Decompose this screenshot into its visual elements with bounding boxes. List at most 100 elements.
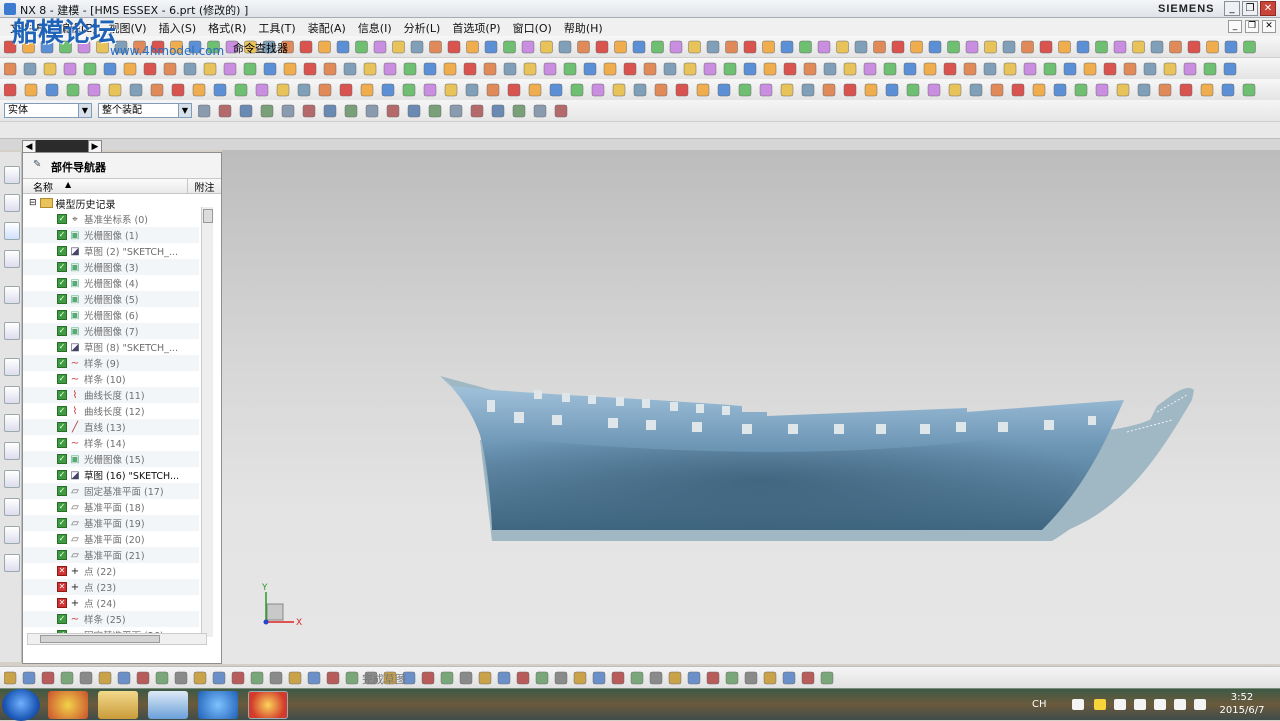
toolbar-tool-icon[interactable]	[1103, 62, 1117, 76]
toolbar-tool-icon[interactable]	[623, 62, 637, 76]
toolbar-tool-icon[interactable]	[323, 104, 337, 118]
menu-item[interactable]: 插入(S)	[153, 18, 203, 36]
empty-slot-icon[interactable]	[4, 554, 20, 572]
toolbar-tool-icon[interactable]	[79, 671, 93, 685]
toolbar-tool-icon[interactable]	[823, 62, 837, 76]
tree-row[interactable]: ✓ ▣ 光栅图像 (7)	[23, 323, 199, 339]
toolbar-tool-icon[interactable]	[1023, 62, 1037, 76]
part-navigator-icon[interactable]	[4, 222, 20, 240]
toolbar-tool-icon[interactable]	[386, 104, 400, 118]
toolbar-tool-icon[interactable]	[1150, 40, 1164, 54]
toolbar-tool-icon[interactable]	[449, 104, 463, 118]
toolbar-tool-icon[interactable]	[1074, 83, 1088, 97]
toolbar-tool-icon[interactable]	[344, 104, 358, 118]
toolbar-tool-icon[interactable]	[554, 671, 568, 685]
visible-checkbox-icon[interactable]: ✓	[57, 502, 67, 512]
toolbar-tool-icon[interactable]	[192, 83, 206, 97]
assembly-navigator-icon[interactable]	[4, 166, 20, 184]
toolbar-tool-icon[interactable]	[577, 40, 590, 54]
toolbar-tool-icon[interactable]	[554, 104, 568, 118]
toolbar-tool-icon[interactable]	[98, 671, 112, 685]
toolbar-tool-icon[interactable]	[465, 83, 479, 97]
tree-row[interactable]: ✓ ▱ 基准平面 (20)	[23, 531, 199, 547]
toolbar-tool-icon[interactable]	[403, 62, 417, 76]
toolbar-tool-icon[interactable]	[836, 40, 849, 54]
toolbar-tool-icon[interactable]	[1053, 83, 1067, 97]
toolbar-tool-icon[interactable]	[1039, 40, 1053, 54]
visible-checkbox-icon[interactable]: ✓	[57, 518, 67, 528]
tray-icon[interactable]	[1072, 699, 1084, 710]
toolbar-tool-icon[interactable]	[440, 671, 454, 685]
toolbar-tool-icon[interactable]	[1021, 40, 1034, 54]
toolbar-tool-icon[interactable]	[630, 671, 644, 685]
toolbar-tool-icon[interactable]	[516, 671, 530, 685]
toolbar-tool-icon[interactable]	[523, 62, 537, 76]
tree-row[interactable]: ✓ ◪ 草图 (16) "SKETCH...	[23, 467, 199, 483]
toolbar-tool-icon[interactable]	[923, 62, 937, 76]
toolbar-tool-icon[interactable]	[817, 40, 831, 54]
toolbar-tool-icon[interactable]	[402, 83, 416, 97]
toolbar-tool-icon[interactable]	[782, 671, 796, 685]
toolbar-tool-icon[interactable]	[1063, 62, 1077, 76]
command-finder-button[interactable]: 命令查找器	[233, 40, 288, 56]
toolbar-tool-icon[interactable]	[723, 62, 737, 76]
toolbar-tool-icon[interactable]	[41, 671, 55, 685]
toolbar-tool-icon[interactable]	[43, 62, 57, 76]
toolbar-tool-icon[interactable]	[318, 83, 332, 97]
visible-checkbox-icon[interactable]: ✓	[57, 614, 67, 624]
toolbar-tool-icon[interactable]	[883, 62, 897, 76]
toolbar-tool-icon[interactable]	[706, 40, 720, 54]
toolbar-tool-icon[interactable]	[447, 40, 461, 54]
toolbar-tool-icon[interactable]	[231, 671, 245, 685]
visible-checkbox-icon[interactable]: ✓	[57, 470, 67, 480]
visible-checkbox-icon[interactable]: ✓	[57, 310, 67, 320]
toolbar-tool-icon[interactable]	[213, 83, 227, 97]
system-scenes-icon[interactable]	[4, 498, 20, 516]
visible-checkbox-icon[interactable]: ✓	[57, 406, 67, 416]
tree-row[interactable]: ✓ ⌖ 基准坐标系 (0)	[23, 211, 199, 227]
sort-ascending-icon[interactable]: ▲	[65, 180, 71, 189]
tree-row[interactable]: ✓ ⌇ 曲线长度 (11)	[23, 387, 199, 403]
toolbar-tool-icon[interactable]	[87, 83, 101, 97]
doc-restore-button[interactable]: ❐	[1245, 20, 1259, 33]
process-studio-icon[interactable]	[4, 414, 20, 432]
toolbar-tool-icon[interactable]	[410, 40, 424, 54]
toolbar-tool-icon[interactable]	[83, 62, 97, 76]
toolbar-tool-icon[interactable]	[563, 62, 577, 76]
menu-item[interactable]: 信息(I)	[352, 18, 398, 36]
tree-row[interactable]: ✓ ╱ 直线 (13)	[23, 419, 199, 435]
toolbar-tool-icon[interactable]	[1002, 40, 1016, 54]
tray-icon[interactable]	[1094, 699, 1106, 710]
toolbar-tool-icon[interactable]	[1132, 40, 1145, 54]
toolbar-tool-icon[interactable]	[969, 83, 983, 97]
visible-checkbox-icon[interactable]: ✓	[57, 326, 67, 336]
toolbar-tool-icon[interactable]	[203, 62, 217, 76]
toolbar-tool-icon[interactable]	[23, 62, 37, 76]
column-note-header[interactable]: 附注	[188, 179, 221, 194]
toolbar-tool-icon[interactable]	[4, 83, 17, 97]
tree-row[interactable]: ✓ ▣ 光栅图像 (6)	[23, 307, 199, 323]
menu-item[interactable]: 首选项(P)	[446, 18, 506, 36]
toolbar-tool-icon[interactable]	[759, 83, 773, 97]
toolbar-tool-icon[interactable]	[507, 83, 521, 97]
toolbar-tool-icon[interactable]	[218, 104, 232, 118]
toolbar-tool-icon[interactable]	[614, 40, 627, 54]
toolbar-tool-icon[interactable]	[283, 62, 297, 76]
toolbar-tool-icon[interactable]	[63, 62, 77, 76]
toolbar-tool-icon[interactable]	[66, 83, 80, 97]
toolbar-tool-icon[interactable]	[1011, 83, 1025, 97]
toolbar-tool-icon[interactable]	[383, 62, 397, 76]
toolbar-tool-icon[interactable]	[1158, 83, 1172, 97]
toolbar-tool-icon[interactable]	[1163, 62, 1177, 76]
toolbar-tool-icon[interactable]	[603, 62, 617, 76]
toolbar-tool-icon[interactable]	[123, 62, 137, 76]
toolbar-tool-icon[interactable]	[60, 671, 74, 685]
nx-taskbar-icon[interactable]	[248, 691, 288, 719]
doc-close-button[interactable]: ✕	[1262, 20, 1276, 33]
toolbar-tool-icon[interactable]	[965, 40, 979, 54]
toolbar-tool-icon[interactable]	[281, 104, 295, 118]
doc-minimize-button[interactable]: _	[1228, 20, 1242, 33]
toolbar-tool-icon[interactable]	[521, 40, 535, 54]
toolbar-tool-icon[interactable]	[643, 62, 657, 76]
toolbar-tool-icon[interactable]	[478, 671, 492, 685]
